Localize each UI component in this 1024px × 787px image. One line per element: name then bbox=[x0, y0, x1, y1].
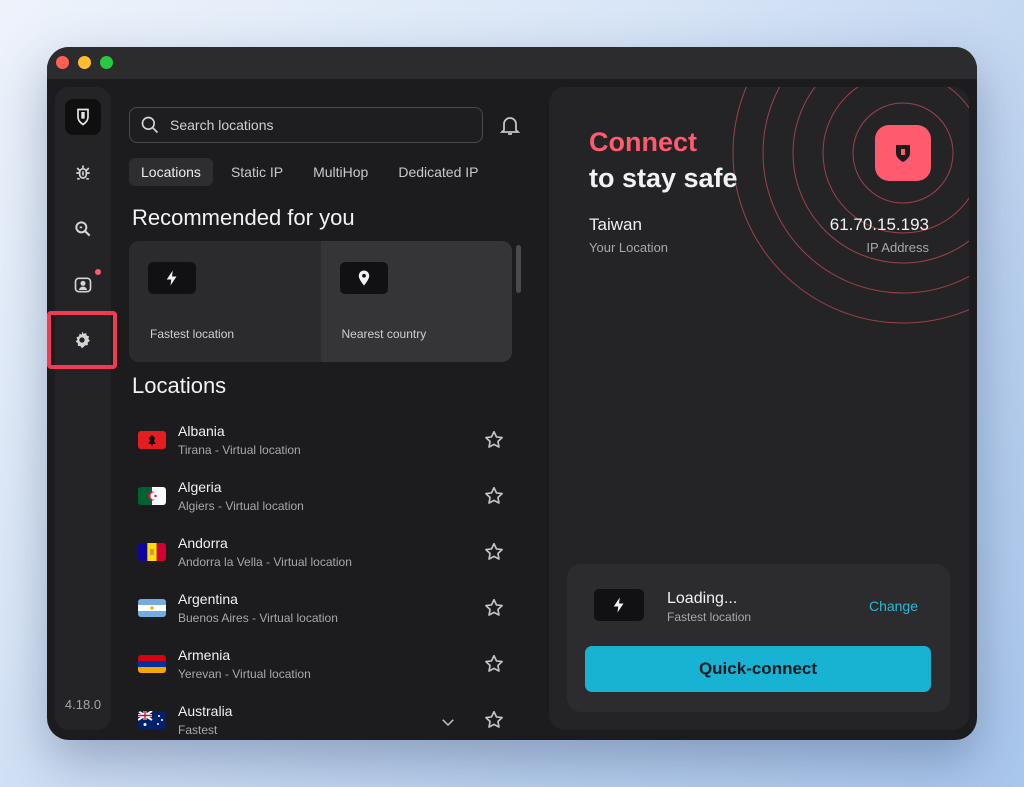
list-item[interactable]: Algeria Algiers - Virtual location bbox=[129, 463, 519, 519]
current-location: Taiwan bbox=[589, 215, 642, 234]
tab-locations[interactable]: Locations bbox=[129, 158, 213, 186]
shield-icon bbox=[896, 145, 910, 162]
search-magnify-icon bbox=[75, 221, 91, 237]
argentina-flag-icon bbox=[138, 599, 166, 617]
favorite-star-icon[interactable] bbox=[483, 541, 505, 563]
favorite-star-icon[interactable] bbox=[483, 653, 505, 675]
selected-location-subtitle: Fastest location bbox=[667, 610, 752, 624]
location-tabs: Locations Static IP MultiHop Dedicated I… bbox=[129, 158, 491, 186]
ip-address: 61.70.15.193 bbox=[829, 215, 929, 234]
minimize-window-button[interactable] bbox=[78, 56, 91, 69]
nearest-country-label: Nearest country bbox=[341, 327, 427, 341]
close-window-button[interactable] bbox=[56, 56, 69, 69]
list-item[interactable]: Albania Tirana - Virtual location bbox=[129, 407, 519, 463]
locations-list: Albania Tirana - Virtual location Algeri… bbox=[129, 407, 519, 740]
headline-stay-safe: to stay safe bbox=[589, 163, 738, 193]
title-bar bbox=[47, 47, 977, 79]
sidebar: 4.18.0 bbox=[47, 87, 117, 730]
profile-icon bbox=[74, 277, 92, 293]
change-location-link[interactable]: Change bbox=[869, 598, 918, 614]
app-window: 4.18.0 Locations Static IP MultiHop Dedi… bbox=[47, 47, 977, 740]
albania-flag-icon bbox=[138, 431, 166, 449]
nearest-country-card[interactable]: Nearest country bbox=[320, 241, 512, 362]
list-item[interactable]: Argentina Buenos Aires - Virtual locatio… bbox=[129, 575, 519, 631]
search-icon bbox=[141, 116, 159, 134]
tab-multihop[interactable]: MultiHop bbox=[301, 158, 380, 186]
pin-icon bbox=[358, 270, 369, 286]
selected-location-title: Loading... bbox=[667, 590, 738, 607]
lightning-icon bbox=[613, 597, 624, 613]
armenia-flag-icon bbox=[138, 655, 166, 673]
locations-heading: Locations bbox=[132, 373, 227, 398]
app-version: 4.18.0 bbox=[64, 697, 102, 712]
locations-panel: Locations Static IP MultiHop Dedicated I… bbox=[129, 87, 539, 737]
sidebar-threat-protection-button[interactable] bbox=[65, 155, 101, 191]
list-scrollbar[interactable] bbox=[516, 245, 521, 293]
favorite-star-icon[interactable] bbox=[483, 597, 505, 619]
chevron-down-icon[interactable] bbox=[439, 713, 457, 731]
ip-address-caption: IP Address bbox=[866, 240, 929, 255]
fastest-location-label: Fastest location bbox=[150, 327, 235, 341]
australia-flag-icon bbox=[138, 711, 166, 729]
favorite-star-icon[interactable] bbox=[483, 429, 505, 451]
bell-icon[interactable] bbox=[498, 113, 522, 137]
favorite-star-icon[interactable] bbox=[483, 709, 505, 731]
tab-dedicated-ip[interactable]: Dedicated IP bbox=[386, 158, 490, 186]
notification-dot bbox=[95, 269, 101, 275]
sidebar-dark-web-button[interactable] bbox=[65, 211, 101, 247]
andorra-flag-icon bbox=[138, 543, 166, 561]
tab-static-ip[interactable]: Static IP bbox=[219, 158, 295, 186]
quick-connect-card: Loading... Fastest location Change Quick… bbox=[567, 564, 950, 712]
gear-icon bbox=[75, 331, 90, 349]
lightning-icon bbox=[166, 270, 177, 286]
list-item[interactable]: Andorra Andorra la Vella - Virtual locat… bbox=[129, 519, 519, 575]
search-input[interactable] bbox=[170, 117, 460, 133]
search-bar[interactable] bbox=[129, 107, 483, 143]
list-item[interactable]: Australia Fastest bbox=[129, 687, 519, 740]
shield-logo-icon bbox=[77, 108, 89, 126]
bug-icon bbox=[76, 165, 90, 180]
headline-connect: Connect bbox=[589, 127, 697, 157]
current-location-caption: Your Location bbox=[589, 240, 669, 255]
sidebar-home-button[interactable] bbox=[65, 99, 101, 135]
quick-connect-button[interactable]: Quick-connect bbox=[585, 646, 931, 692]
recommended-heading: Recommended for you bbox=[132, 205, 355, 230]
sidebar-account-button[interactable] bbox=[65, 267, 101, 303]
protection-status-badge bbox=[875, 125, 931, 181]
fastest-location-card[interactable]: Fastest location bbox=[129, 241, 321, 362]
favorite-star-icon[interactable] bbox=[483, 485, 505, 507]
connection-panel: Connect to stay safe Taiwan Your Locatio… bbox=[549, 87, 969, 730]
zoom-window-button[interactable] bbox=[100, 56, 113, 69]
sidebar-settings-button[interactable] bbox=[47, 311, 117, 369]
list-item[interactable]: Armenia Yerevan - Virtual location bbox=[129, 631, 519, 687]
algeria-flag-icon bbox=[138, 487, 166, 505]
recommended-cards: Fastest location Nearest country bbox=[129, 241, 512, 362]
